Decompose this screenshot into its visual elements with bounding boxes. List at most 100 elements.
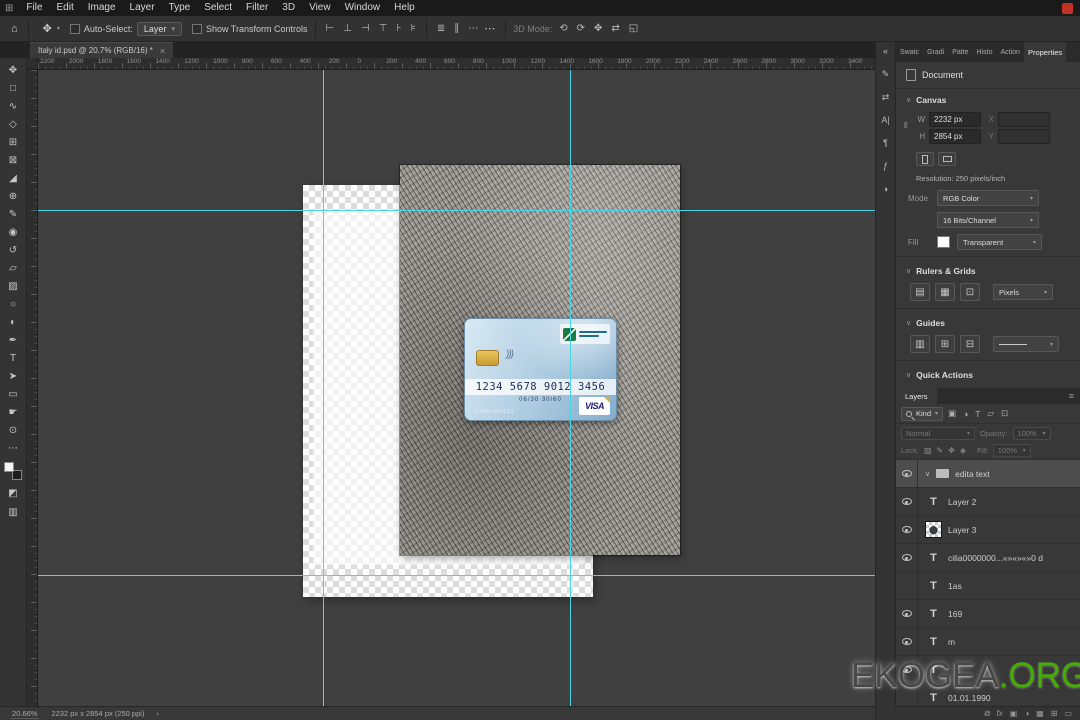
toggle-grid-icon[interactable]: ▦ bbox=[935, 283, 955, 301]
filter-kind-dropdown[interactable]: Kind ▾ bbox=[901, 406, 944, 421]
panel-tab-gradi[interactable]: Gradi bbox=[923, 42, 948, 62]
align-center-horizontal-icon[interactable]: ⊥ bbox=[340, 23, 355, 34]
distribute-horizontal-icon[interactable]: ≣ bbox=[434, 23, 448, 34]
snap-icon[interactable]: ⊡ bbox=[960, 283, 980, 301]
distribute-spacing-icon[interactable]: ⋯ bbox=[465, 23, 481, 34]
status-chevron-icon[interactable]: › bbox=[156, 709, 159, 718]
healing-brush-tool[interactable]: ⊕ bbox=[3, 189, 23, 204]
zoom-level[interactable]: 20.66% bbox=[10, 709, 40, 719]
drag-3d-icon[interactable]: ✥ bbox=[591, 23, 605, 34]
marquee-tool[interactable]: □ bbox=[3, 81, 23, 96]
panel-tab-action[interactable]: Action bbox=[997, 42, 1024, 62]
horizontal-guide[interactable] bbox=[38, 575, 875, 576]
blur-tool[interactable]: ○ bbox=[3, 297, 23, 312]
lock-all-icon[interactable]: ◈ bbox=[959, 446, 967, 455]
layer-row[interactable]: Tcilia0000000...«»«»«»0 d bbox=[896, 544, 1080, 572]
new-layer-icon[interactable]: ⊞ bbox=[1051, 709, 1058, 718]
history-brush-tool[interactable]: ↺ bbox=[3, 243, 23, 258]
color-swatches[interactable] bbox=[4, 462, 22, 480]
layer-row[interactable]: Layer 3 bbox=[896, 516, 1080, 544]
rulers-grids-section-header[interactable]: ∨ Rulers & Grids bbox=[896, 260, 1080, 279]
glyphs-panel-icon[interactable]: ƒ bbox=[883, 161, 888, 171]
menu-item-view[interactable]: View bbox=[302, 0, 338, 16]
layer-row[interactable]: T bbox=[896, 656, 1080, 684]
filter-adjustment-layers-icon[interactable]: ◑ bbox=[961, 409, 970, 419]
guide-style-dropdown[interactable]: ▾ bbox=[993, 336, 1059, 352]
quick-mask-icon[interactable]: ◩ bbox=[3, 486, 23, 501]
show-transform-checkbox[interactable] bbox=[191, 23, 202, 34]
vertical-guide[interactable] bbox=[570, 70, 571, 706]
visibility-toggle[interactable] bbox=[896, 460, 918, 487]
menu-item-file[interactable]: File bbox=[19, 0, 49, 16]
character-panel-icon[interactable]: A| bbox=[881, 115, 889, 125]
lock-pixels-icon[interactable]: ✎ bbox=[936, 446, 945, 455]
edit-toolbar-icon[interactable]: ⋯ bbox=[3, 441, 23, 456]
menu-item-edit[interactable]: Edit bbox=[50, 0, 81, 16]
align-top-icon[interactable]: ⊤ bbox=[376, 23, 391, 34]
zoom-tool[interactable]: ⊙ bbox=[3, 423, 23, 438]
slide-3d-icon[interactable]: ⇄ bbox=[608, 23, 622, 34]
layer-row[interactable]: ∨ edita text bbox=[896, 460, 1080, 488]
menu-item-select[interactable]: Select bbox=[197, 0, 239, 16]
bit-depth-dropdown[interactable]: 16 Bits/Channel ▾ bbox=[937, 212, 1039, 228]
layer-row[interactable]: Tm bbox=[896, 628, 1080, 656]
pen-tool[interactable]: ✒ bbox=[3, 333, 23, 348]
guides-from-shape-icon[interactable]: ⊞ bbox=[935, 335, 955, 353]
visibility-toggle[interactable] bbox=[896, 544, 918, 571]
crop-tool[interactable]: ⊞ bbox=[3, 135, 23, 150]
menu-item-help[interactable]: Help bbox=[387, 0, 422, 16]
more-options-icon[interactable]: ⋯ bbox=[481, 22, 498, 35]
color-mode-dropdown[interactable]: RGB Color ▾ bbox=[937, 190, 1039, 206]
x-input[interactable] bbox=[998, 112, 1050, 127]
visibility-toggle[interactable] bbox=[896, 516, 918, 543]
hand-tool[interactable]: ☛ bbox=[3, 405, 23, 420]
height-input[interactable]: 2854 px bbox=[929, 129, 981, 144]
menu-item-filter[interactable]: Filter bbox=[239, 0, 275, 16]
auto-select-target-dropdown[interactable]: Layer ▾ bbox=[136, 21, 182, 36]
dodge-tool[interactable]: ◐ bbox=[3, 315, 23, 330]
gradient-tool[interactable]: ▨ bbox=[3, 279, 23, 294]
roll-3d-icon[interactable]: ⟳ bbox=[574, 23, 588, 34]
align-middle-icon[interactable]: ⊦ bbox=[393, 23, 404, 34]
foreground-color-swatch[interactable] bbox=[4, 462, 14, 472]
units-dropdown[interactable]: Pixels ▾ bbox=[993, 284, 1053, 300]
lock-position-icon[interactable]: ✥ bbox=[947, 446, 956, 455]
panel-tab-properties[interactable]: Properties bbox=[1023, 42, 1067, 62]
visibility-toggle[interactable] bbox=[896, 488, 918, 515]
canvas-section-header[interactable]: ∨ Canvas bbox=[896, 89, 1080, 108]
new-guide-layout-icon[interactable]: ▥ bbox=[910, 335, 930, 353]
panel-menu-icon[interactable]: ≡ bbox=[1063, 388, 1080, 404]
collapse-panels-icon[interactable]: « bbox=[883, 46, 888, 56]
panel-tab-histo[interactable]: Histo bbox=[973, 42, 997, 62]
landscape-orientation-button[interactable] bbox=[938, 152, 956, 166]
menu-item-window[interactable]: Window bbox=[338, 0, 388, 16]
new-group-icon[interactable]: ▦ bbox=[1036, 709, 1044, 718]
delete-layer-icon[interactable]: ▭ bbox=[1064, 709, 1072, 718]
align-left-icon[interactable]: ⊢ bbox=[323, 23, 338, 34]
chevron-down-icon[interactable]: ∨ bbox=[925, 470, 930, 478]
lock-guides-icon[interactable]: ⊟ bbox=[960, 335, 980, 353]
filter-type-layers-icon[interactable]: T bbox=[973, 409, 982, 419]
close-icon[interactable]: × bbox=[160, 46, 165, 56]
shape-tool[interactable]: ▭ bbox=[3, 387, 23, 402]
object-selection-tool[interactable]: ◇ bbox=[3, 117, 23, 132]
lasso-tool[interactable]: ∿ bbox=[3, 99, 23, 114]
clone-stamp-tool[interactable]: ◉ bbox=[3, 225, 23, 240]
frame-tool[interactable]: ⊠ bbox=[3, 153, 23, 168]
type-tool[interactable]: T bbox=[3, 351, 23, 366]
adjustments-panel-icon[interactable]: ◑ bbox=[883, 184, 888, 194]
screen-mode-icon[interactable]: ▥ bbox=[3, 505, 23, 520]
menu-item-type[interactable]: Type bbox=[162, 0, 198, 16]
toggle-rulers-icon[interactable]: ▤ bbox=[910, 283, 930, 301]
fill-input[interactable]: 100% ▾ bbox=[992, 444, 1031, 457]
portrait-orientation-button[interactable] bbox=[916, 152, 934, 166]
menu-item-3d[interactable]: 3D bbox=[275, 0, 302, 16]
adjustment-layer-icon[interactable]: ◑ bbox=[1024, 709, 1029, 718]
align-bottom-icon[interactable]: ⊧ bbox=[408, 23, 419, 34]
panel-tab-patte[interactable]: Patte bbox=[948, 42, 972, 62]
credit-card-image[interactable]: ))) 1234 5678 9012 3456 06/30 30/60 JOHN… bbox=[464, 318, 617, 421]
link-dimensions-icon[interactable]: ∞ bbox=[901, 122, 911, 128]
filter-smart-objects-icon[interactable]: ⊡ bbox=[999, 408, 1010, 419]
vertical-ruler[interactable] bbox=[27, 70, 38, 706]
move-tool[interactable]: ✥ bbox=[3, 63, 23, 78]
